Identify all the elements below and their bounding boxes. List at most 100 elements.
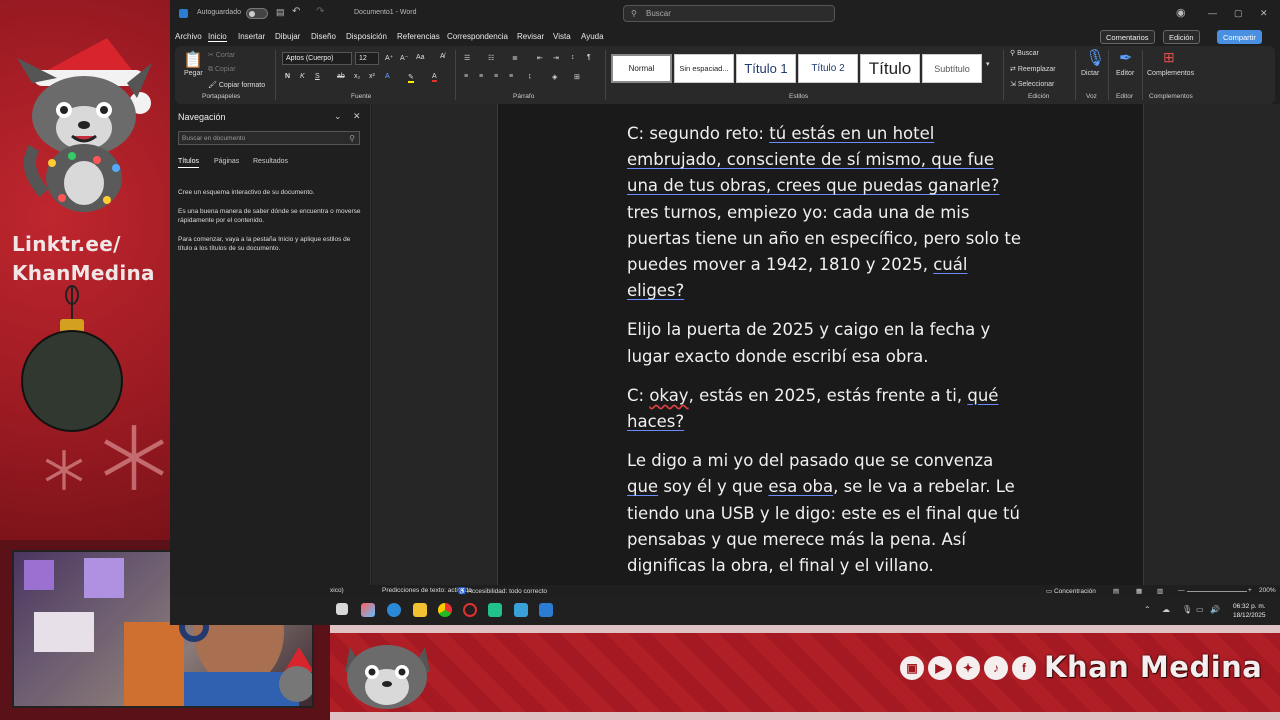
close-icon[interactable]: ✕ xyxy=(1260,8,1268,19)
decrease-indent-icon[interactable]: ⇤ xyxy=(537,54,543,62)
align-right-icon[interactable]: ≡ xyxy=(494,73,498,80)
profile-icon[interactable]: ◉ xyxy=(1176,6,1186,19)
font-color-button[interactable]: A xyxy=(432,73,437,82)
task-view-icon[interactable] xyxy=(336,603,348,615)
read-mode-icon[interactable]: ▤ xyxy=(1113,587,1119,595)
strikethrough-button[interactable]: ab xyxy=(337,73,345,80)
maximize-icon[interactable]: ▢ xyxy=(1234,8,1243,19)
zoom-slider[interactable] xyxy=(1187,591,1247,592)
autosave-toggle[interactable] xyxy=(246,8,268,19)
bullets-icon[interactable]: ☰ xyxy=(464,54,470,62)
zoom-out-icon[interactable]: — xyxy=(1178,587,1185,594)
justify-icon[interactable]: ≡ xyxy=(509,73,513,80)
minimize-icon[interactable]: — xyxy=(1208,8,1217,18)
nav-options-icon[interactable]: ⌄ xyxy=(334,111,342,122)
menu-revisar[interactable]: Revisar xyxy=(517,32,544,41)
subscript-button[interactable]: x₂ xyxy=(354,73,360,80)
status-language[interactable]: xico) xyxy=(330,587,344,594)
menu-dibujar[interactable]: Dibujar xyxy=(275,32,300,41)
grow-font-icon[interactable]: A⁺ xyxy=(385,54,393,62)
paste-button[interactable]: Pegar xyxy=(184,70,203,77)
cloud-icon[interactable]: ☁ xyxy=(1162,605,1170,614)
clear-format-icon[interactable]: A̸ xyxy=(440,53,445,60)
undo-icon[interactable]: ↶ xyxy=(292,6,300,17)
menu-insertar[interactable]: Insertar xyxy=(238,32,265,41)
editing-mode-button[interactable]: Edición xyxy=(1163,30,1200,44)
dictate-button[interactable]: Dictar xyxy=(1081,70,1099,77)
menu-ayuda[interactable]: Ayuda xyxy=(581,32,604,41)
volume-icon[interactable]: 🔊 xyxy=(1210,605,1220,614)
notepad-icon[interactable] xyxy=(514,603,528,617)
borders-icon[interactable]: ⊞ xyxy=(574,73,580,81)
multilevel-list-icon[interactable]: ≣ xyxy=(512,54,518,62)
microphone-tray-icon[interactable]: 🎙 xyxy=(1182,605,1192,614)
underline-button[interactable]: S xyxy=(315,73,320,80)
menu-diseno[interactable]: Diseño xyxy=(311,32,336,41)
style-subtitle[interactable]: Subtítulo xyxy=(922,54,982,83)
taskbar-clock[interactable]: 06:32 p. m. 18/12/2025 xyxy=(1233,602,1266,620)
word-taskbar-icon[interactable] xyxy=(539,603,553,617)
tiktok-icon[interactable]: ♪ xyxy=(984,656,1008,680)
style-heading-2[interactable]: Título 2 xyxy=(798,54,858,83)
editor-pen-icon[interactable]: ✒ xyxy=(1119,48,1132,68)
paste-icon[interactable]: 📋 xyxy=(183,50,203,70)
nav-tab-results[interactable]: Resultados xyxy=(253,158,288,165)
align-left-icon[interactable]: ≡ xyxy=(464,73,468,80)
shrink-font-icon[interactable]: A⁻ xyxy=(400,54,408,62)
copilot-icon[interactable] xyxy=(361,603,375,617)
share-button[interactable]: Compartir xyxy=(1217,30,1262,44)
redo-icon[interactable]: ↷ xyxy=(316,6,324,17)
increase-indent-icon[interactable]: ⇥ xyxy=(553,54,559,62)
app-icon[interactable] xyxy=(488,603,502,617)
document-body[interactable]: C: segundo reto: tú estás en un hotel em… xyxy=(627,121,1027,592)
zoom-in-icon[interactable]: + xyxy=(1248,587,1252,594)
sort-icon[interactable]: ↕ xyxy=(571,54,575,61)
youtube-icon[interactable]: ▶ xyxy=(928,656,952,680)
bold-button[interactable]: N xyxy=(285,73,290,80)
menu-correspondencia[interactable]: Correspondencia xyxy=(447,32,508,41)
status-accessibility[interactable]: ♿ Accesibilidad: todo correcto xyxy=(458,587,547,595)
menu-inicio[interactable]: Inicio xyxy=(208,32,227,42)
show-marks-icon[interactable]: ¶ xyxy=(587,54,591,61)
menu-disposicion[interactable]: Disposición xyxy=(346,32,387,41)
change-case-icon[interactable]: Aa xyxy=(416,54,425,61)
addins-button[interactable]: Complementos xyxy=(1147,70,1194,77)
styles-more-icon[interactable]: ▾ xyxy=(986,60,990,68)
nav-tab-headings[interactable]: Títulos xyxy=(178,158,200,168)
network-icon[interactable]: ▭ xyxy=(1196,605,1204,614)
menu-archivo[interactable]: Archivo xyxy=(175,32,202,41)
zoom-level[interactable]: 200% xyxy=(1259,587,1276,594)
cut-button[interactable]: ✂ Cortar xyxy=(208,51,235,59)
twitch-icon[interactable]: ▣ xyxy=(900,656,924,680)
format-painter-button[interactable]: 🖌 Copiar formato xyxy=(208,81,265,89)
style-title[interactable]: Título xyxy=(860,54,920,83)
addins-grid-icon[interactable]: ⊞ xyxy=(1163,49,1175,66)
align-center-icon[interactable]: ≡ xyxy=(479,73,483,80)
find-button[interactable]: ⚲ Buscar xyxy=(1010,49,1039,57)
text-effects-button[interactable]: A xyxy=(385,73,390,80)
select-button[interactable]: ⇲ Seleccionar xyxy=(1010,80,1054,88)
twitter-icon[interactable]: ✦ xyxy=(956,656,980,680)
style-heading-1[interactable]: Título 1 xyxy=(736,54,796,83)
copy-button[interactable]: ⧉ Copiar xyxy=(208,66,236,74)
print-layout-icon[interactable]: ▦ xyxy=(1136,587,1142,595)
web-layout-icon[interactable]: ▥ xyxy=(1157,587,1163,595)
shading-icon[interactable]: ◈ xyxy=(552,73,557,81)
comments-button[interactable]: Comentarios xyxy=(1100,30,1155,44)
menu-vista[interactable]: Vista xyxy=(553,32,571,41)
menu-referencias[interactable]: Referencias xyxy=(397,32,440,41)
facebook-icon[interactable]: f xyxy=(1012,656,1036,680)
style-normal[interactable]: Normal xyxy=(611,54,672,83)
nav-close-icon[interactable]: ✕ xyxy=(353,111,361,122)
opera-icon[interactable] xyxy=(463,603,477,617)
edge-icon[interactable] xyxy=(387,603,401,617)
tray-chevron-icon[interactable]: ⌃ xyxy=(1144,605,1151,614)
line-spacing-icon[interactable]: ↨ xyxy=(528,73,532,80)
file-explorer-icon[interactable] xyxy=(413,603,427,617)
italic-button[interactable]: K xyxy=(300,73,305,80)
microphone-icon[interactable]: 🎙 xyxy=(1085,48,1105,68)
numbering-icon[interactable]: ☷ xyxy=(488,54,494,62)
style-no-spacing[interactable]: Sin espaciad... xyxy=(674,54,734,83)
nav-tab-pages[interactable]: Páginas xyxy=(214,158,239,165)
font-name-select[interactable]: Aptos (Cuerpo) xyxy=(282,52,352,65)
